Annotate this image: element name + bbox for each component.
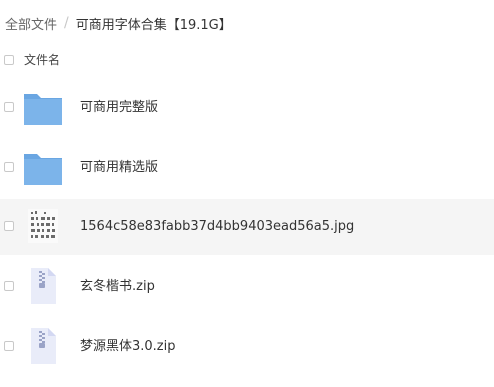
- breadcrumb-current: 可商用字体合集【19.1G】: [75, 17, 232, 33]
- row-checkbox[interactable]: [4, 341, 14, 351]
- row-checkbox[interactable]: [4, 221, 14, 231]
- select-all-checkbox[interactable]: [4, 55, 14, 65]
- row-checkbox[interactable]: [4, 281, 14, 291]
- breadcrumb: 全部文件 / 可商用字体合集【19.1G】: [5, 10, 232, 36]
- column-header-filename[interactable]: 文件名: [24, 51, 60, 68]
- image-thumbnail-icon: [28, 209, 58, 243]
- zip-file-icon: [31, 328, 56, 364]
- breadcrumb-root-link[interactable]: 全部文件: [5, 14, 57, 33]
- file-name[interactable]: 1564c58e83fabb37d4bb9403ead56a5.jpg: [80, 199, 354, 255]
- file-name[interactable]: 可商用完整版: [80, 80, 158, 136]
- breadcrumb-separator: /: [64, 15, 69, 31]
- file-row-image[interactable]: 1564c58e83fabb37d4bb9403ead56a5.jpg: [0, 199, 494, 255]
- file-row-folder[interactable]: 可商用完整版: [0, 80, 494, 136]
- file-row-folder[interactable]: 可商用精选版: [0, 140, 494, 196]
- zip-file-icon: [31, 268, 56, 304]
- file-row-zip[interactable]: 玄冬楷书.zip: [0, 259, 494, 315]
- file-name[interactable]: 梦源黑体3.0.zip: [80, 319, 176, 375]
- folder-icon: [24, 94, 62, 125]
- row-checkbox[interactable]: [4, 102, 14, 112]
- file-list-header: 文件名: [0, 47, 494, 73]
- folder-icon: [24, 154, 62, 185]
- row-checkbox[interactable]: [4, 162, 14, 172]
- file-name[interactable]: 可商用精选版: [80, 140, 158, 196]
- file-row-zip[interactable]: 梦源黑体3.0.zip: [0, 319, 494, 375]
- file-name[interactable]: 玄冬楷书.zip: [80, 259, 155, 315]
